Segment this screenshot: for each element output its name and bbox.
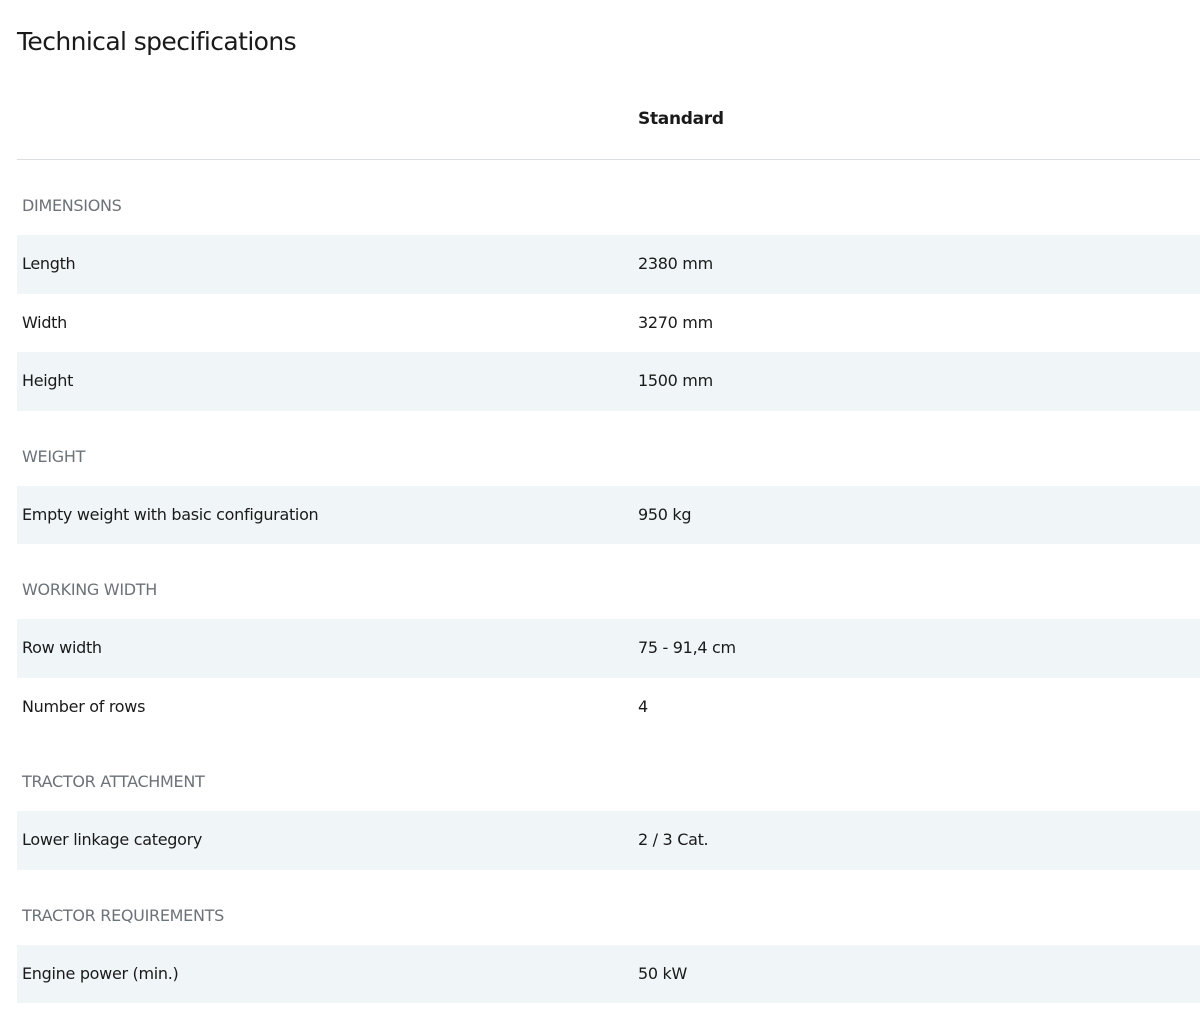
spec-label: Height (22, 371, 73, 390)
table-row: Empty weight with basic configuration 950… (17, 486, 1200, 545)
spec-value: 2380 mm (638, 254, 713, 273)
section-label: TRACTOR ATTACHMENT (22, 772, 205, 791)
spec-value: 50 kW (638, 964, 687, 983)
table-header: Standard (17, 82, 1200, 160)
table-row: Height 1500 mm (17, 352, 1200, 411)
section-heading: TRACTOR ATTACHMENT (17, 736, 1200, 811)
spec-value: 950 kg (638, 505, 691, 524)
spec-label: Engine power (min.) (22, 964, 179, 983)
page-title: Technical specifications (17, 27, 296, 56)
spec-value: 75 - 91,4 cm (638, 638, 736, 657)
spec-label: Row width (22, 638, 102, 657)
spec-table: Standard DIMENSIONS Length 2380 mm Width 327… (17, 82, 1200, 1003)
spec-value: 3270 mm (638, 313, 713, 332)
spec-label: Number of rows (22, 697, 145, 716)
spec-value: 2 / 3 Cat. (638, 830, 708, 849)
table-row: Row width 75 - 91,4 cm (17, 619, 1200, 678)
table-row: Number of rows 4 (17, 678, 1200, 737)
section-heading: WEIGHT (17, 411, 1200, 486)
column-header-standard: Standard (638, 109, 724, 129)
spec-value: 4 (638, 697, 648, 716)
spec-label: Lower linkage category (22, 830, 202, 849)
table-row: Engine power (min.) 50 kW (17, 945, 1200, 1004)
table-row: Width 3270 mm (17, 294, 1200, 353)
spec-value: 1500 mm (638, 371, 713, 390)
spec-label: Empty weight with basic configuration (22, 505, 318, 524)
section-heading: TRACTOR REQUIREMENTS (17, 870, 1200, 945)
section-label: WORKING WIDTH (22, 580, 157, 599)
section-label: DIMENSIONS (22, 196, 122, 215)
table-row: Length 2380 mm (17, 235, 1200, 294)
section-label: WEIGHT (22, 447, 85, 466)
section-heading: WORKING WIDTH (17, 544, 1200, 619)
table-row: Lower linkage category 2 / 3 Cat. (17, 811, 1200, 870)
spec-label: Width (22, 313, 67, 332)
spec-label: Length (22, 254, 75, 273)
section-label: TRACTOR REQUIREMENTS (22, 906, 224, 925)
section-heading: DIMENSIONS (17, 160, 1200, 235)
